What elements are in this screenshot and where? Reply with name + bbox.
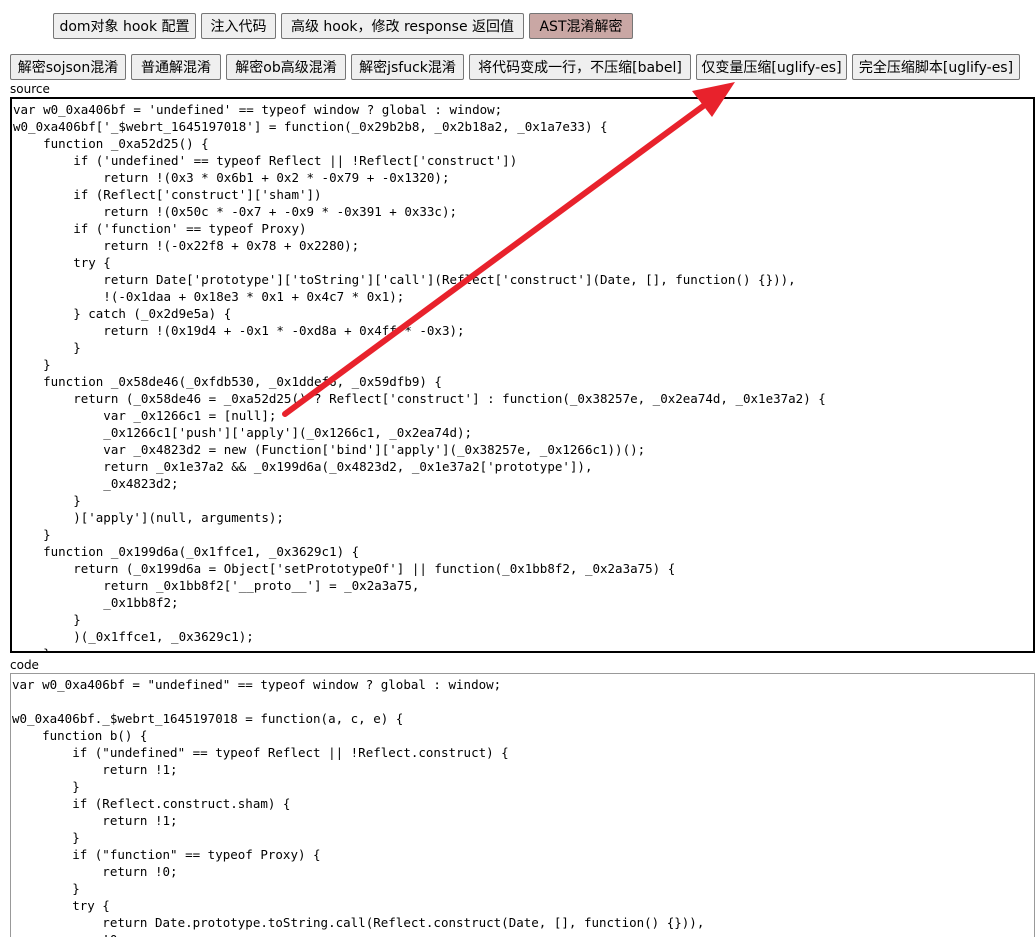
inject-code-button[interactable]: 注入代码 xyxy=(201,13,276,39)
full-compress-button[interactable]: 完全压缩脚本[uglify-es] xyxy=(852,54,1020,80)
source-code: var w0_0xa406bf = 'undefined' == typeof … xyxy=(13,102,826,651)
decode-jsfuck-button[interactable]: 解密jsfuck混淆 xyxy=(351,54,464,80)
advanced-hook-button[interactable]: 高级 hook，修改 response 返回值 xyxy=(281,13,524,39)
normal-deobfuscate-button[interactable]: 普通解混淆 xyxy=(131,54,221,80)
dom-hook-config-button[interactable]: dom对象 hook 配置 xyxy=(53,13,196,39)
decode-sojson-button[interactable]: 解密sojson混淆 xyxy=(10,54,126,80)
source-label: source xyxy=(10,82,50,96)
source-textarea[interactable]: var w0_0xa406bf = 'undefined' == typeof … xyxy=(10,97,1035,653)
one-line-babel-button[interactable]: 将代码变成一行，不压缩[babel] xyxy=(469,54,691,80)
code-label: code xyxy=(10,658,39,672)
output-code: var w0_0xa406bf = "undefined" == typeof … xyxy=(12,677,705,937)
code-textarea[interactable]: var w0_0xa406bf = "undefined" == typeof … xyxy=(10,673,1035,937)
decode-ob-button[interactable]: 解密ob高级混淆 xyxy=(226,54,346,80)
ast-deobfuscate-button[interactable]: AST混淆解密 xyxy=(529,13,633,39)
variable-compress-button[interactable]: 仅变量压缩[uglify-es] xyxy=(696,54,847,80)
